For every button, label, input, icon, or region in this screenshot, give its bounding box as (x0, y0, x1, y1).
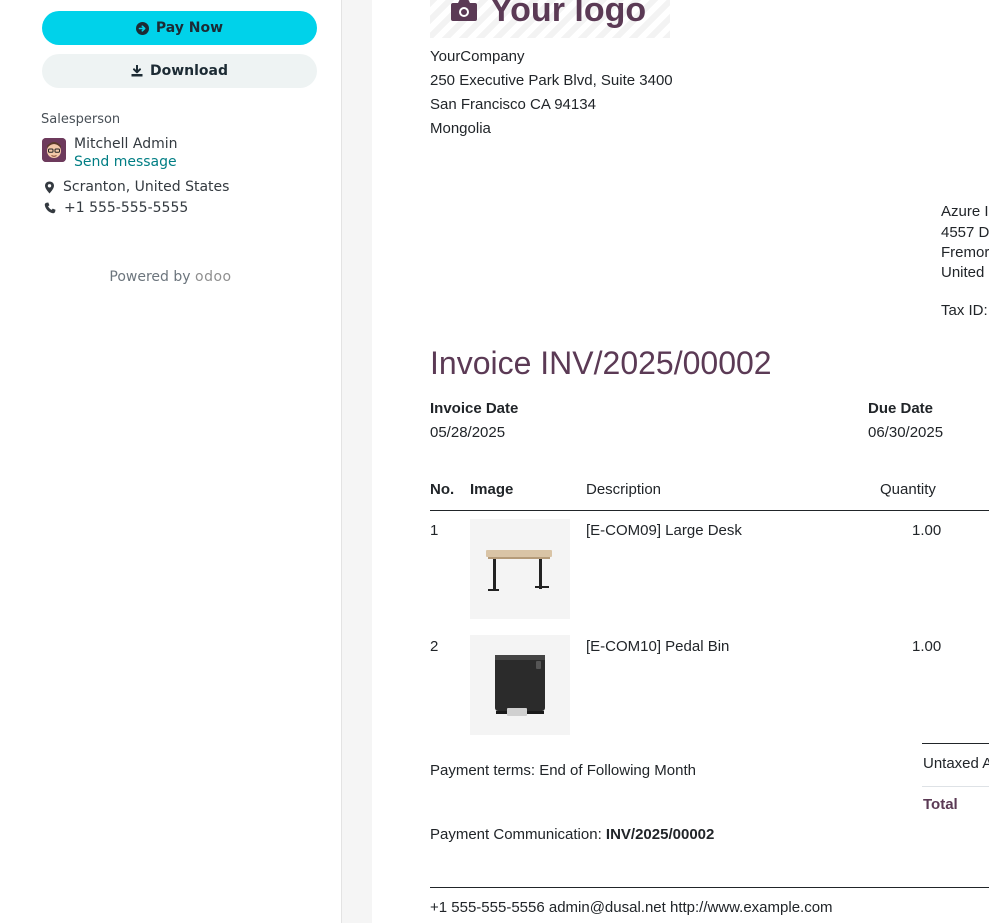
column-header-description: Description (586, 481, 662, 498)
column-header-image: Image (470, 481, 514, 498)
avatar-face-icon (42, 138, 66, 162)
invoice-date-value: 05/28/2025 (430, 424, 506, 441)
due-date-value: 06/30/2025 (868, 424, 944, 441)
phone-text: +1 555-555-5555 (64, 200, 189, 216)
product-image-desk (470, 519, 570, 619)
powered-by: Powered by odoo (0, 269, 341, 285)
row-number: 2 (430, 638, 439, 655)
pay-now-button[interactable]: Pay Now (42, 11, 317, 45)
client-name: Azure I (941, 203, 989, 220)
product-image-bin (470, 635, 570, 735)
totals-mid-divider (922, 786, 989, 787)
due-date-label: Due Date (868, 400, 934, 417)
row-quantity: 1.00 (912, 638, 942, 655)
salesperson-heading: Salesperson (41, 112, 121, 127)
salesperson-name: Mitchell Admin (74, 136, 178, 152)
phone-icon (44, 202, 56, 214)
download-icon (131, 65, 143, 77)
salesperson-phone: +1 555-555-5555 (44, 200, 188, 216)
company-country: Mongolia (430, 120, 491, 137)
invoice-date-label: Invoice Date (430, 400, 519, 417)
map-marker-icon (45, 181, 54, 193)
pedal-bin-icon (495, 655, 545, 716)
pay-now-label: Pay Now (155, 20, 224, 36)
desk-icon (486, 550, 552, 591)
payment-communication-label: Payment Communication: (430, 826, 602, 843)
row-number: 1 (430, 522, 439, 539)
company-logo: Your logo (430, 0, 670, 38)
untaxed-amount-label: Untaxed A (923, 755, 989, 772)
client-street: 4557 D (941, 224, 989, 241)
invoice-title: Invoice INV/2025/00002 (430, 345, 772, 381)
send-message-link[interactable]: Send message (74, 154, 177, 170)
client-city: Fremor (941, 244, 989, 261)
odoo-logo[interactable]: odoo (195, 269, 232, 285)
document-gutter (342, 0, 372, 923)
invoice-document: Your logo YourCompany 250 Executive Park… (372, 0, 989, 923)
logo-text: Your logo (490, 0, 647, 29)
company-name: YourCompany (430, 48, 525, 65)
powered-by-label: Powered by (109, 269, 191, 285)
arrow-circle-right-icon (135, 21, 149, 35)
column-header-quantity: Quantity (880, 481, 936, 498)
client-country: United (941, 264, 985, 281)
document-footer: +1 555-555-5556 admin@dusal.net http://w… (430, 899, 833, 916)
payment-terms: Payment terms: End of Following Month (430, 762, 696, 779)
payment-communication-value: INV/2025/00002 (605, 826, 715, 843)
row-quantity: 1.00 (912, 522, 942, 539)
totals-top-divider (922, 743, 989, 744)
camera-icon (451, 0, 477, 21)
download-button[interactable]: Download (42, 54, 317, 88)
company-street: 250 Executive Park Blvd, Suite 3400 (430, 72, 673, 89)
footer-divider (430, 887, 989, 888)
download-label: Download (149, 63, 229, 79)
salesperson-location: Scranton, United States (44, 179, 229, 195)
column-header-no: No. (430, 481, 455, 498)
row-description: [E-COM10] Pedal Bin (586, 638, 730, 655)
portal-sidebar: Pay Now Download Salesperson Mitchell Ad… (0, 0, 342, 923)
payment-communication: Payment Communication: INV/2025/00002 (430, 826, 714, 843)
location-text: Scranton, United States (63, 179, 230, 195)
company-city: San Francisco CA 94134 (430, 96, 596, 113)
client-tax-id: Tax ID: (941, 302, 988, 319)
row-description: [E-COM09] Large Desk (586, 522, 742, 539)
table-header-divider (430, 510, 989, 511)
total-label: Total (923, 796, 958, 813)
salesperson-avatar (42, 138, 66, 162)
